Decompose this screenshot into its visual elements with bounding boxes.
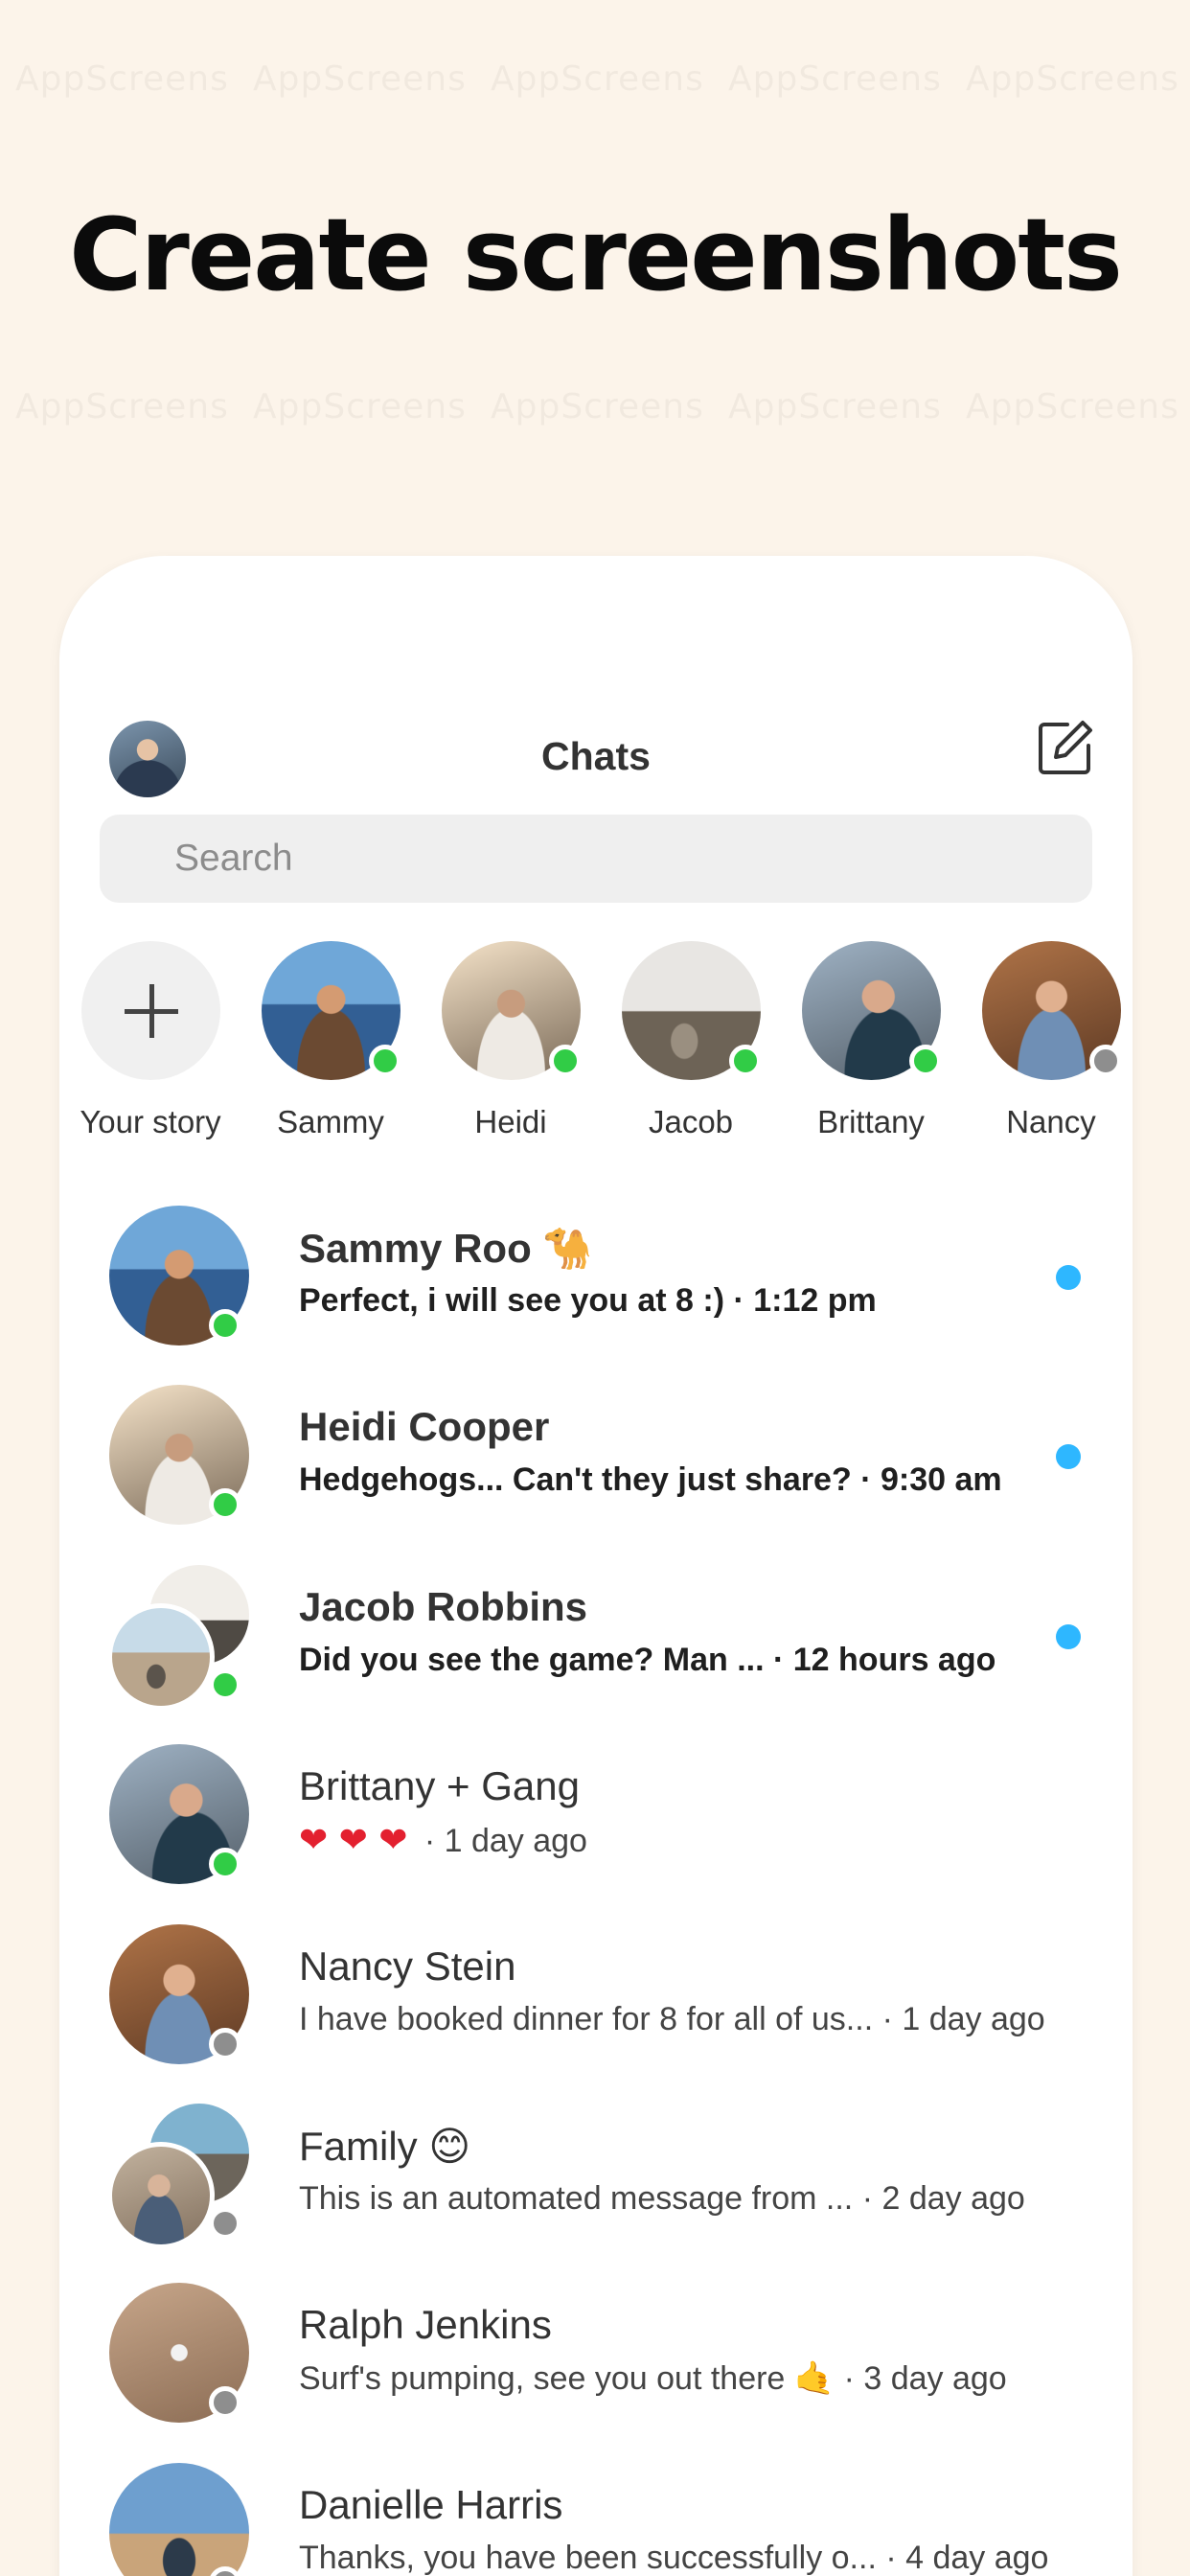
chat-row-brittany-gang[interactable]: Brittany + Gang ❤ ❤ ❤ · 1 day ago — [59, 1744, 1133, 1909]
watermark-row: AppScreensAppScreensAppScreensAppScreens… — [0, 387, 1190, 426]
compose-icon[interactable] — [1035, 717, 1096, 778]
chat-name: Family 😊 — [299, 2123, 471, 2170]
chat-preview: This is an automated message from ... · … — [299, 2180, 1025, 2217]
chat-preview: Thanks, you have been successfully o... … — [299, 2540, 1049, 2576]
chat-name: Heidi Cooper — [299, 1404, 550, 1449]
top-bar: Chats — [59, 717, 1133, 797]
chat-preview: ❤ ❤ ❤ · 1 day ago — [299, 1821, 587, 1860]
online-status-icon — [209, 1488, 241, 1521]
watermark-row: AppScreensAppScreensAppScreensAppScreens… — [0, 59, 1190, 99]
chat-name: Ralph Jenkins — [299, 2302, 552, 2347]
chat-preview: Did you see the game? Man ... · 12 hours… — [299, 1642, 996, 1678]
online-status-icon — [729, 1045, 762, 1077]
chat-row-family[interactable]: Family 😊 This is an automated message fr… — [59, 2104, 1133, 2268]
online-status-icon — [369, 1045, 401, 1077]
online-status-icon — [209, 1309, 241, 1342]
search-input[interactable] — [174, 815, 1037, 903]
offline-status-icon — [1089, 1045, 1122, 1077]
story-label: Nancy — [1006, 1104, 1096, 1139]
chat-preview: Hedgehogs... Can't they just share? · 9:… — [299, 1461, 1002, 1498]
group-avatar-front — [107, 2142, 215, 2249]
offline-status-icon — [209, 2386, 241, 2419]
chat-name: Jacob Robbins — [299, 1584, 588, 1629]
unread-indicator — [1056, 1624, 1081, 1649]
page-title: Chats — [541, 734, 651, 778]
page-headline: Create screenshots — [69, 196, 1123, 313]
unread-indicator — [1056, 1444, 1081, 1469]
chat-preview: Perfect, i will see you at 8 :) · 1:12 p… — [299, 1282, 877, 1319]
unread-indicator — [1056, 1265, 1081, 1290]
chat-name: Nancy Stein — [299, 1944, 516, 1989]
offline-status-icon — [209, 2207, 241, 2240]
chat-name: Sammy Roo 🐪 — [299, 1225, 593, 1272]
chat-name: Brittany + Gang — [299, 1763, 580, 1808]
chat-row-danielle-harris[interactable]: Danielle Harris Thanks, you have been su… — [59, 2463, 1133, 2576]
story-label: Your story — [80, 1104, 221, 1139]
offline-status-icon — [209, 2028, 241, 2060]
chat-row-nancy-stein[interactable]: Nancy Stein I have booked dinner for 8 f… — [59, 1924, 1133, 2089]
online-status-icon — [549, 1045, 582, 1077]
chat-row-sammy-roo[interactable]: Sammy Roo 🐪 Perfect, i will see you at 8… — [59, 1206, 1133, 1370]
chat-preview: I have booked dinner for 8 for all of us… — [299, 2001, 1045, 2037]
avatar — [109, 2463, 249, 2576]
group-avatar-front — [107, 1603, 215, 1711]
online-status-icon — [209, 1668, 241, 1701]
camel-icon: 🐪 — [542, 1225, 593, 1272]
story-label: Sammy — [277, 1104, 384, 1139]
chat-row-heidi-cooper[interactable]: Heidi Cooper Hedgehogs... Can't they jus… — [59, 1385, 1133, 1550]
phone-frame: Chats Your story Sammy Heidi — [59, 556, 1133, 2576]
screenshot-canvas: AppScreensAppScreensAppScreensAppScreens… — [0, 0, 1190, 2576]
story-label: Heidi — [474, 1104, 547, 1139]
story-label: Brittany — [817, 1104, 925, 1139]
chat-row-jacob-robbins[interactable]: Jacob Robbins Did you see the game? Man … — [59, 1565, 1133, 1730]
stories-row: Your story Sammy Heidi Jacob Brittany Na… — [59, 941, 1133, 1152]
search-bar — [100, 815, 1092, 903]
online-status-icon — [209, 1848, 241, 1880]
story-label: Jacob — [648, 1104, 734, 1139]
chat-row-ralph-jenkins[interactable]: Ralph Jenkins Surf's pumping, see you ou… — [59, 2283, 1133, 2448]
chat-preview: Surf's pumping, see you out there 🤙 · 3 … — [299, 2360, 1007, 2397]
plus-icon[interactable] — [81, 941, 220, 1080]
online-status-icon — [909, 1045, 942, 1077]
chat-name: Danielle Harris — [299, 2482, 563, 2527]
smiley-icon: 😊 — [428, 2123, 471, 2170]
heart-icons: ❤ ❤ ❤ — [299, 1821, 408, 1860]
